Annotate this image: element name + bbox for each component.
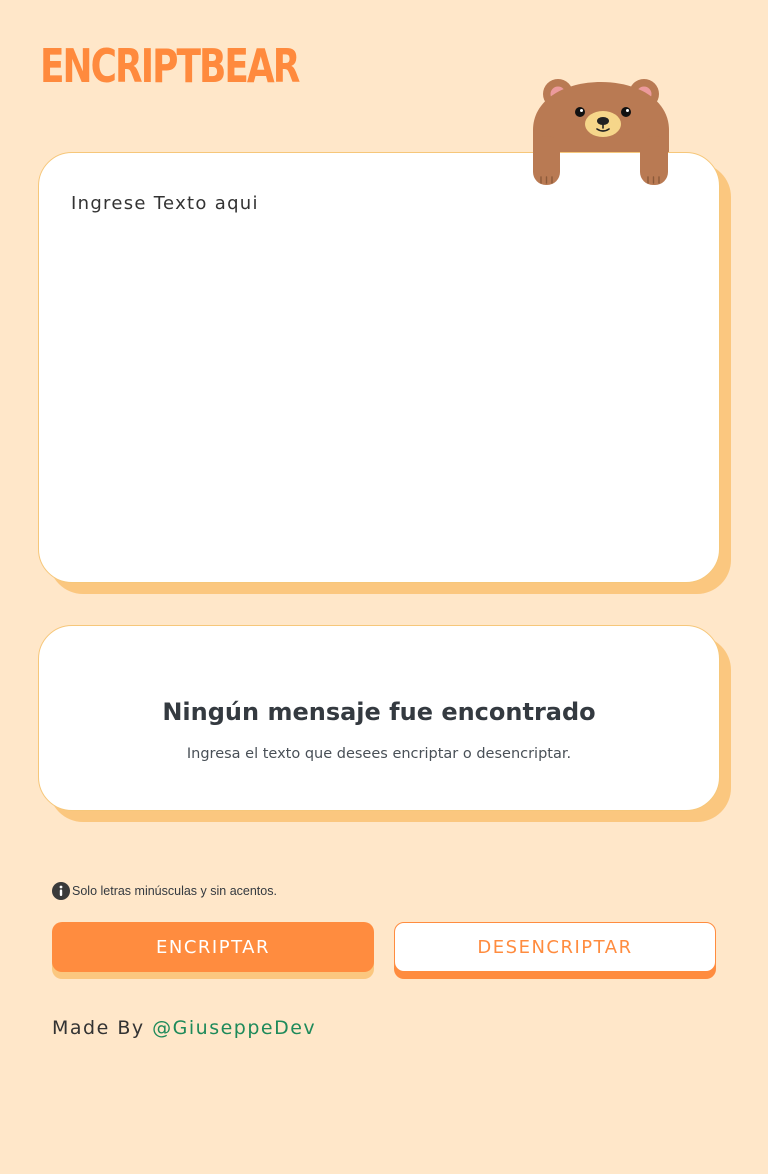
app-logo: ENCRIPTBEAR — [40, 39, 300, 93]
text-input[interactable] — [67, 193, 691, 553]
notice-text: Solo letras minúsculas y sin acentos. — [72, 884, 277, 898]
info-icon — [52, 882, 70, 900]
input-notice: Solo letras minúsculas y sin acentos. — [52, 882, 277, 900]
decrypt-button[interactable]: DESENCRIPTAR — [394, 922, 716, 972]
bear-icon — [533, 79, 669, 185]
author-link[interactable]: @GiuseppeDev — [152, 1017, 316, 1039]
encrypt-button[interactable]: ENCRIPTAR — [52, 922, 374, 972]
empty-message-subtitle: Ingresa el texto que desees encriptar o … — [186, 746, 572, 762]
output-card: Ningún mensaje fue encontrado Ingresa el… — [38, 625, 720, 811]
empty-message-title: Ningún mensaje fue encontrado — [162, 698, 596, 726]
footer-credit: Made By @GiuseppeDev — [52, 1017, 316, 1039]
input-card — [38, 152, 720, 583]
footer-prefix: Made By — [52, 1017, 153, 1039]
